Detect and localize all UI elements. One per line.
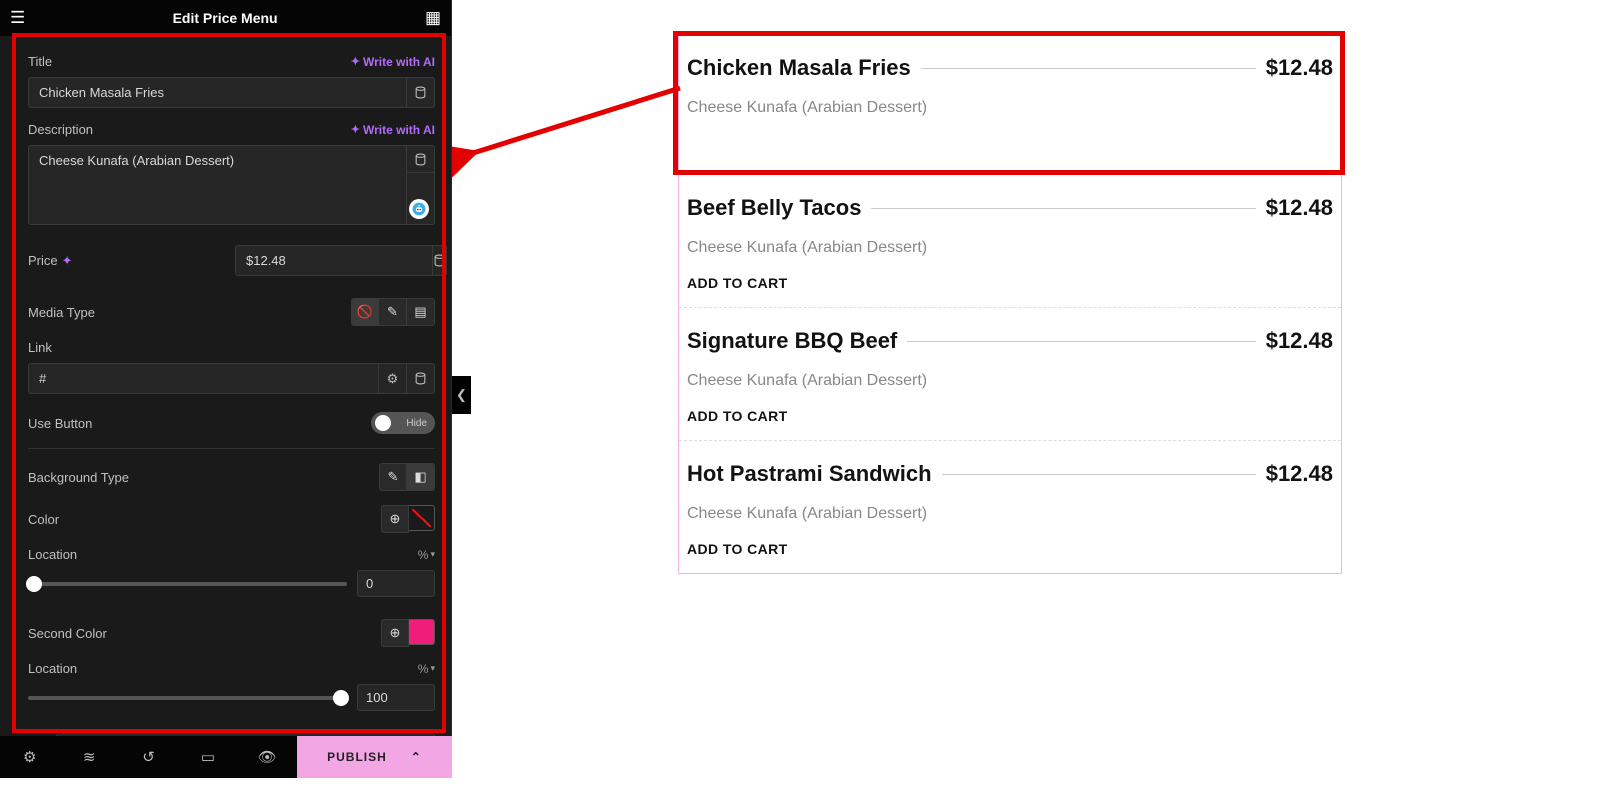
description-clear-icon[interactable] xyxy=(407,145,435,173)
apps-grid-icon[interactable]: ▦ xyxy=(425,8,441,28)
price-label: Price✦ xyxy=(28,253,73,269)
location1-label: Location xyxy=(28,547,77,562)
write-with-ai-title[interactable]: Write with AI xyxy=(351,55,435,69)
location1-unit[interactable]: % xyxy=(418,548,435,562)
color-swatch-none[interactable] xyxy=(409,505,435,531)
panel-title: Edit Price Menu xyxy=(173,10,278,26)
menu-item-desc: Cheese Kunafa (Arabian Dessert) xyxy=(687,239,1333,257)
bg-solid-icon[interactable]: ✎ xyxy=(379,463,407,491)
write-with-ai-desc[interactable]: Write with AI xyxy=(351,123,435,137)
menu-item-title: Beef Belly Tacos xyxy=(687,195,861,221)
menu-item: Beef Belly Tacos $12.48 Cheese Kunafa (A… xyxy=(679,175,1341,308)
location2-label: Location xyxy=(28,661,77,676)
add-to-cart-button[interactable]: ADD TO CART xyxy=(687,408,788,424)
link-input[interactable] xyxy=(28,363,379,394)
link-clear-icon[interactable] xyxy=(407,363,435,394)
panel-header: ☰ Edit Price Menu ▦ xyxy=(0,0,451,36)
layers-icon[interactable]: ≋ xyxy=(59,736,118,778)
second-color-label: Second Color xyxy=(28,626,107,641)
add-to-cart-button[interactable]: ADD TO CART xyxy=(687,275,788,291)
title-clear-icon[interactable] xyxy=(407,77,435,108)
color-global-icon[interactable]: ⊕ xyxy=(381,505,409,533)
menu-item-title: Chicken Masala Fries xyxy=(687,55,911,81)
menu-item-price: $12.48 xyxy=(1266,461,1333,487)
history-icon[interactable]: ↺ xyxy=(119,736,178,778)
panel-body: Title Write with AI Description Write wi… xyxy=(0,36,451,736)
edit-panel: ☰ Edit Price Menu ▦ Title Write with AI … xyxy=(0,0,452,736)
location2-unit[interactable]: % xyxy=(418,662,435,676)
menu-item-title: Signature BBQ Beef xyxy=(687,328,897,354)
media-image-icon[interactable]: ▤ xyxy=(407,298,435,326)
title-label: Title xyxy=(28,54,52,69)
link-settings-icon[interactable]: ⚙ xyxy=(379,363,407,394)
location1-slider[interactable] xyxy=(28,582,347,586)
second-color-global-icon[interactable]: ⊕ xyxy=(381,619,409,647)
location2-input[interactable] xyxy=(357,684,435,711)
media-brush-icon[interactable]: ✎ xyxy=(379,298,407,326)
menu-item-price: $12.48 xyxy=(1266,328,1333,354)
menu-item-price: $12.48 xyxy=(1266,55,1333,81)
menu-item-desc: Cheese Kunafa (Arabian Dessert) xyxy=(687,505,1333,523)
bottom-toolbar: ⚙ ≋ ↺ ▭ 👁 PUBLISH ⌃ xyxy=(0,736,452,778)
title-input[interactable] xyxy=(28,77,407,108)
panel-collapse-tab[interactable]: ❮ xyxy=(452,376,471,414)
color-label: Color xyxy=(28,512,59,527)
menu-preview: Chicken Masala Fries $12.48 Cheese Kunaf… xyxy=(678,34,1342,574)
price-input[interactable] xyxy=(235,245,433,276)
use-button-toggle[interactable]: Hide xyxy=(371,412,435,434)
price-clear-icon[interactable] xyxy=(433,245,447,276)
menu-item: Signature BBQ Beef $12.48 Cheese Kunafa … xyxy=(679,308,1341,441)
add-to-cart-button[interactable]: ADD TO CART xyxy=(687,541,788,557)
second-color-swatch[interactable] xyxy=(409,619,435,645)
bg-gradient-icon[interactable]: ◧ xyxy=(407,463,435,491)
menu-divider xyxy=(921,68,1256,69)
publish-button[interactable]: PUBLISH ⌃ xyxy=(297,736,452,778)
slider-thumb[interactable] xyxy=(26,576,42,592)
media-type-group: 🚫 ✎ ▤ xyxy=(351,298,435,326)
divider xyxy=(28,448,435,449)
media-none-icon[interactable]: 🚫 xyxy=(351,298,379,326)
description-label: Description xyxy=(28,122,93,137)
location2-slider[interactable] xyxy=(28,696,347,700)
menu-item[interactable]: Chicken Masala Fries $12.48 Cheese Kunaf… xyxy=(679,35,1341,175)
location1-input[interactable] xyxy=(357,570,435,597)
description-input[interactable]: Cheese Kunafa (Arabian Dessert) xyxy=(28,145,407,225)
media-type-label: Media Type xyxy=(28,305,95,320)
chevron-up-icon: ⌃ xyxy=(411,750,422,764)
toggle-knob xyxy=(375,415,391,431)
preview-icon[interactable]: 👁 xyxy=(238,736,297,778)
menu-item-title: Hot Pastrami Sandwich xyxy=(687,461,932,487)
devices-icon[interactable]: ▭ xyxy=(178,736,237,778)
annotation-arrow xyxy=(452,68,697,198)
menu-icon[interactable]: ☰ xyxy=(10,8,25,28)
settings-icon[interactable]: ⚙ xyxy=(0,736,59,778)
link-label: Link xyxy=(28,340,52,355)
menu-item-price: $12.48 xyxy=(1266,195,1333,221)
ai-robot-icon[interactable] xyxy=(409,199,429,219)
use-button-label: Use Button xyxy=(28,416,92,431)
menu-item-desc: Cheese Kunafa (Arabian Dessert) xyxy=(687,99,1333,117)
slider-thumb[interactable] xyxy=(333,690,349,706)
background-type-label: Background Type xyxy=(28,470,129,485)
menu-item: Hot Pastrami Sandwich $12.48 Cheese Kuna… xyxy=(679,441,1341,573)
menu-item-desc: Cheese Kunafa (Arabian Dessert) xyxy=(687,372,1333,390)
